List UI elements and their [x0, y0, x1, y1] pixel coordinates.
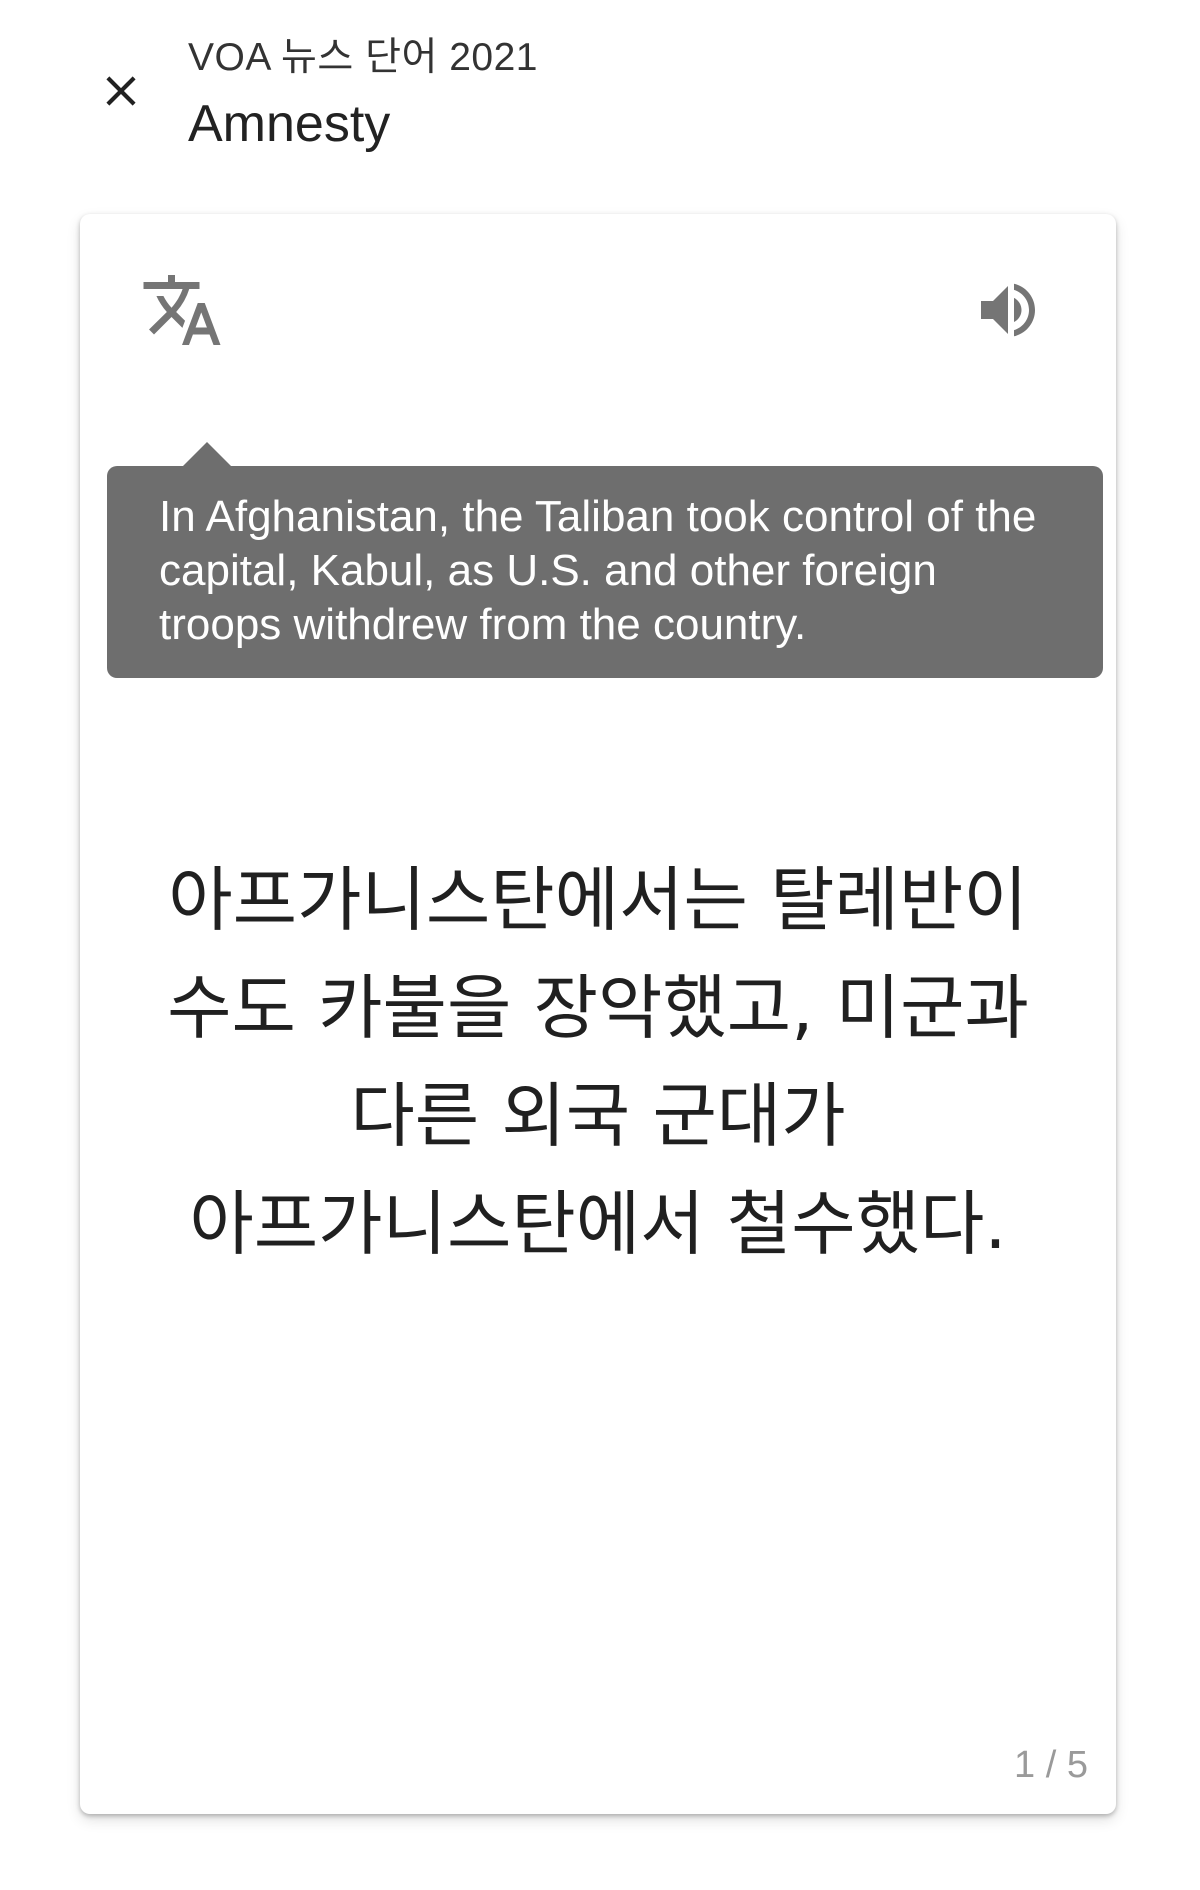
page-indicator: 1 / 5 — [1014, 1744, 1088, 1786]
close-icon — [106, 76, 136, 106]
deck-name: VOA 뉴스 단어 2021 — [188, 36, 538, 79]
play-audio-button[interactable] — [968, 270, 1048, 350]
close-button[interactable] — [88, 58, 154, 124]
flashcard[interactable]: In Afghanistan, the Taliban took control… — [80, 214, 1116, 1814]
example-sentence-korean: 아프가니스탄에서는 탈레반이 수도 카불을 장악했고, 미군과 다른 외국 군대… — [167, 859, 1029, 1265]
word-title: Amnesty — [188, 95, 391, 153]
translate-button[interactable] — [140, 268, 224, 352]
translate-icon — [143, 275, 221, 345]
volume-up-icon — [981, 283, 1035, 337]
tooltip-arrow — [183, 442, 231, 466]
translation-tooltip: In Afghanistan, the Taliban took control… — [107, 442, 1103, 678]
example-sentence-english: In Afghanistan, the Taliban took control… — [159, 492, 1037, 649]
top-bar: VOA 뉴스 단어 2021 Amnesty — [0, 0, 1200, 190]
